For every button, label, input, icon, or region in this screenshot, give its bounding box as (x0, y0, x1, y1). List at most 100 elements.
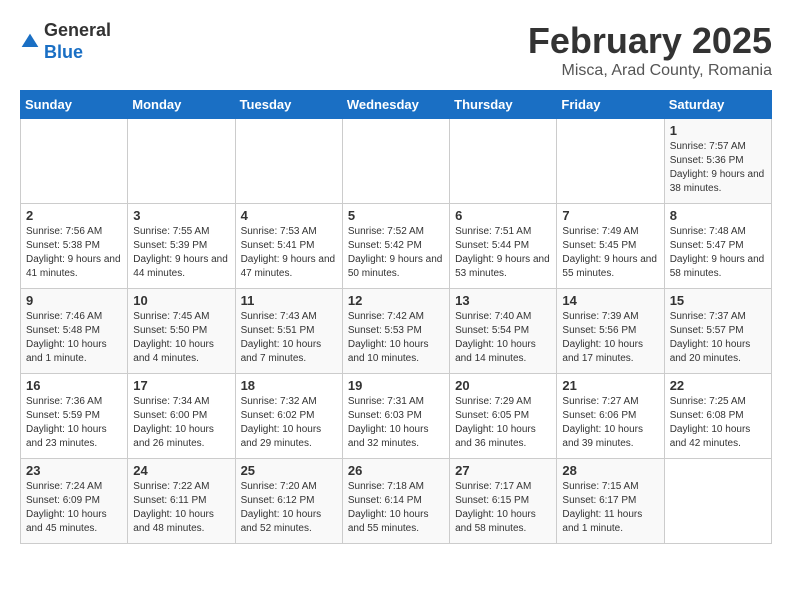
calendar-cell: 22Sunrise: 7:25 AM Sunset: 6:08 PM Dayli… (664, 374, 771, 459)
day-info: Sunrise: 7:52 AM Sunset: 5:42 PM Dayligh… (348, 225, 444, 281)
calendar-cell: 17 Sunrise: 7:34 AM Sunset: 6:00 PM Dayli… (128, 374, 235, 459)
calendar-cell: 21Sunrise: 7:27 AM Sunset: 6:06 PM Dayli… (557, 374, 664, 459)
day-number: 12 (348, 293, 444, 308)
day-info: Sunrise: 7:29 AM Sunset: 6:05 PM Dayligh… (455, 395, 551, 451)
day-number: 13 (455, 293, 551, 308)
calendar-week-row: 9 Sunrise: 7:46 AM Sunset: 5:48 PM Daylig… (21, 289, 772, 374)
day-info: Sunrise: 7:42 AM Sunset: 5:53 PM Dayligh… (348, 310, 444, 366)
day-info: Sunrise: 7:15 AM Sunset: 6:17 PM Dayligh… (562, 480, 658, 536)
logo-blue-text: Blue (44, 42, 111, 64)
calendar-cell: 18 Sunrise: 7:32 AM Sunset: 6:02 PM Dayli… (235, 374, 342, 459)
calendar-cell: 25 Sunrise: 7:20 AM Sunset: 6:12 PM Dayli… (235, 459, 342, 544)
day-info: Sunrise: 7:45 AM Sunset: 5:50 PM Dayligh… (133, 310, 229, 366)
calendar-cell (450, 119, 557, 204)
day-number: 27 (455, 463, 551, 478)
calendar-title: February 2025 (528, 20, 772, 62)
day-number: 19 (348, 378, 444, 393)
day-info: Sunrise: 7:27 AM Sunset: 6:06 PM Dayligh… (562, 395, 658, 451)
day-number: 26 (348, 463, 444, 478)
day-info: Sunrise: 7:37 AM Sunset: 5:57 PM Dayligh… (670, 310, 766, 366)
calendar-cell (128, 119, 235, 204)
calendar-cell: 10 Sunrise: 7:45 AM Sunset: 5:50 PM Dayli… (128, 289, 235, 374)
calendar-cell: 20 Sunrise: 7:29 AM Sunset: 6:05 PM Dayli… (450, 374, 557, 459)
page-header: General Blue February 2025 Misca, Arad C… (20, 20, 772, 80)
day-number: 4 (241, 208, 337, 223)
calendar-cell: 24 Sunrise: 7:22 AM Sunset: 6:11 PM Dayli… (128, 459, 235, 544)
calendar-cell: 16 Sunrise: 7:36 AM Sunset: 5:59 PM Dayli… (21, 374, 128, 459)
day-info: Sunrise: 7:22 AM Sunset: 6:11 PM Dayligh… (133, 480, 229, 536)
calendar-cell: 14 Sunrise: 7:39 AM Sunset: 5:56 PM Dayli… (557, 289, 664, 374)
calendar-cell: 8 Sunrise: 7:48 AM Sunset: 5:47 PM Daylig… (664, 204, 771, 289)
calendar-cell: 3Sunrise: 7:55 AM Sunset: 5:39 PM Daylig… (128, 204, 235, 289)
day-info: Sunrise: 7:56 AM Sunset: 5:38 PM Dayligh… (26, 225, 122, 281)
day-number: 15 (670, 293, 766, 308)
calendar-cell: 27 Sunrise: 7:17 AM Sunset: 6:15 PM Dayli… (450, 459, 557, 544)
day-info: Sunrise: 7:32 AM Sunset: 6:02 PM Dayligh… (241, 395, 337, 451)
logo-icon (20, 32, 40, 52)
day-number: 9 (26, 293, 122, 308)
calendar-cell (557, 119, 664, 204)
calendar-cell: 9 Sunrise: 7:46 AM Sunset: 5:48 PM Daylig… (21, 289, 128, 374)
header-sunday: Sunday (21, 91, 128, 119)
day-info: Sunrise: 7:48 AM Sunset: 5:47 PM Dayligh… (670, 225, 766, 281)
calendar-cell: 2 Sunrise: 7:56 AM Sunset: 5:38 PM Daylig… (21, 204, 128, 289)
day-number: 5 (348, 208, 444, 223)
calendar-cell: 28Sunrise: 7:15 AM Sunset: 6:17 PM Dayli… (557, 459, 664, 544)
calendar-cell: 19 Sunrise: 7:31 AM Sunset: 6:03 PM Dayli… (342, 374, 449, 459)
day-info: Sunrise: 7:49 AM Sunset: 5:45 PM Dayligh… (562, 225, 658, 281)
calendar-week-row: 2 Sunrise: 7:56 AM Sunset: 5:38 PM Daylig… (21, 204, 772, 289)
day-number: 10 (133, 293, 229, 308)
title-block: February 2025 Misca, Arad County, Romani… (528, 20, 772, 80)
calendar-cell: 15 Sunrise: 7:37 AM Sunset: 5:57 PM Dayli… (664, 289, 771, 374)
calendar-cell: 26Sunrise: 7:18 AM Sunset: 6:14 PM Dayli… (342, 459, 449, 544)
header-tuesday: Tuesday (235, 91, 342, 119)
calendar-cell: 11 Sunrise: 7:43 AM Sunset: 5:51 PM Dayli… (235, 289, 342, 374)
day-info: Sunrise: 7:53 AM Sunset: 5:41 PM Dayligh… (241, 225, 337, 281)
day-number: 11 (241, 293, 337, 308)
day-number: 20 (455, 378, 551, 393)
calendar-table: SundayMondayTuesdayWednesdayThursdayFrid… (20, 90, 772, 544)
logo-general-text: General (44, 20, 111, 42)
calendar-cell (664, 459, 771, 544)
day-number: 1 (670, 123, 766, 138)
day-number: 24 (133, 463, 229, 478)
day-info: Sunrise: 7:20 AM Sunset: 6:12 PM Dayligh… (241, 480, 337, 536)
day-info: Sunrise: 7:36 AM Sunset: 5:59 PM Dayligh… (26, 395, 122, 451)
header-wednesday: Wednesday (342, 91, 449, 119)
day-number: 14 (562, 293, 658, 308)
day-info: Sunrise: 7:25 AM Sunset: 6:08 PM Dayligh… (670, 395, 766, 451)
logo: General Blue (20, 20, 111, 63)
calendar-cell: 5 Sunrise: 7:52 AM Sunset: 5:42 PM Daylig… (342, 204, 449, 289)
calendar-week-row: 16 Sunrise: 7:36 AM Sunset: 5:59 PM Dayli… (21, 374, 772, 459)
calendar-cell: 12 Sunrise: 7:42 AM Sunset: 5:53 PM Dayli… (342, 289, 449, 374)
calendar-cell: 7Sunrise: 7:49 AM Sunset: 5:45 PM Daylig… (557, 204, 664, 289)
day-number: 25 (241, 463, 337, 478)
calendar-cell: 13Sunrise: 7:40 AM Sunset: 5:54 PM Dayli… (450, 289, 557, 374)
header-saturday: Saturday (664, 91, 771, 119)
calendar-cell (21, 119, 128, 204)
day-number: 2 (26, 208, 122, 223)
day-info: Sunrise: 7:39 AM Sunset: 5:56 PM Dayligh… (562, 310, 658, 366)
logo-text: General Blue (44, 20, 111, 63)
header-friday: Friday (557, 91, 664, 119)
day-number: 3 (133, 208, 229, 223)
calendar-cell: 23Sunrise: 7:24 AM Sunset: 6:09 PM Dayli… (21, 459, 128, 544)
day-number: 8 (670, 208, 766, 223)
calendar-cell (235, 119, 342, 204)
day-number: 23 (26, 463, 122, 478)
day-number: 6 (455, 208, 551, 223)
calendar-cell: 1Sunrise: 7:57 AM Sunset: 5:36 PM Daylig… (664, 119, 771, 204)
calendar-cell: 6 Sunrise: 7:51 AM Sunset: 5:44 PM Daylig… (450, 204, 557, 289)
day-info: Sunrise: 7:46 AM Sunset: 5:48 PM Dayligh… (26, 310, 122, 366)
calendar-header-row: SundayMondayTuesdayWednesdayThursdayFrid… (21, 91, 772, 119)
day-info: Sunrise: 7:17 AM Sunset: 6:15 PM Dayligh… (455, 480, 551, 536)
day-number: 18 (241, 378, 337, 393)
header-monday: Monday (128, 91, 235, 119)
calendar-cell: 4 Sunrise: 7:53 AM Sunset: 5:41 PM Daylig… (235, 204, 342, 289)
day-info: Sunrise: 7:51 AM Sunset: 5:44 PM Dayligh… (455, 225, 551, 281)
day-number: 16 (26, 378, 122, 393)
day-number: 17 (133, 378, 229, 393)
day-info: Sunrise: 7:34 AM Sunset: 6:00 PM Dayligh… (133, 395, 229, 451)
day-info: Sunrise: 7:31 AM Sunset: 6:03 PM Dayligh… (348, 395, 444, 451)
day-info: Sunrise: 7:43 AM Sunset: 5:51 PM Dayligh… (241, 310, 337, 366)
